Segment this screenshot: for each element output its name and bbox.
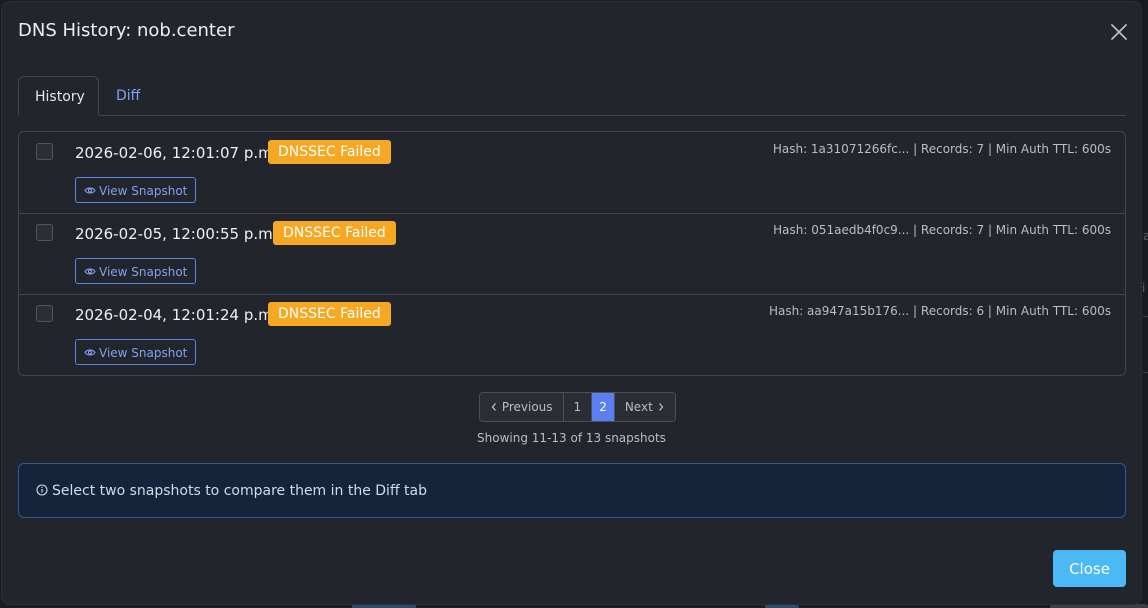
status-badge: DNSSEC Failed [268,302,391,326]
page-button-2[interactable]: 2 [591,393,614,421]
info-text: Select two snapshots to compare them in … [52,483,427,499]
view-snapshot-label: View Snapshot [99,184,188,198]
status-badge: DNSSEC Failed [273,221,396,245]
chevron-left-icon [491,402,496,411]
next-page-button[interactable]: Next [613,393,675,421]
snapshot-meta: Hash: 051aedb4f0c9... | Records: 7 | Min… [773,223,1111,237]
info-alert: Select two snapshots to compare them in … [18,463,1126,518]
background-text-fragment: a [1143,229,1148,243]
view-snapshot-button[interactable]: View Snapshot [75,177,197,203]
snapshot-meta: Hash: aa947a15b176... | Records: 6 | Min… [768,304,1111,318]
page-button-1[interactable]: 1 [562,393,592,421]
background-divider [1143,316,1148,317]
snapshot-list: 2026-02-06, 12:01:07 p.m. DNSSEC Failed … [18,131,1126,376]
close-icon[interactable] [1108,21,1130,43]
background-text-fragment: i [1142,281,1146,295]
snapshot-checkbox[interactable] [36,305,53,322]
snapshot-checkbox[interactable] [36,224,53,241]
background-button-edge [1050,604,1148,608]
previous-label: Previous [501,400,553,414]
snapshot-row: 2026-02-04, 12:01:24 p.m. DNSSEC Failed … [19,294,1125,375]
eye-icon [84,349,96,356]
view-snapshot-label: View Snapshot [99,346,188,360]
view-snapshot-label: View Snapshot [99,265,188,279]
info-icon [36,483,48,496]
view-snapshot-button[interactable]: View Snapshot [75,339,197,365]
tab-history[interactable]: History [18,76,99,116]
snapshot-row: 2026-02-06, 12:01:07 p.m. DNSSEC Failed … [19,132,1125,214]
snapshot-checkbox[interactable] [36,143,53,160]
pagination: Previous 1 2 Next [479,392,676,422]
dns-history-modal: DNS History: nob.center History Diff 202… [2,2,1141,604]
tab-bar: History Diff [18,76,1126,116]
background-button-edge [352,604,416,608]
chevron-right-icon [658,402,663,411]
snapshot-date: 2026-02-04, 12:01:24 p.m. [75,306,278,324]
eye-icon [84,268,96,275]
tab-diff[interactable]: Diff [100,76,156,114]
snapshot-date: 2026-02-06, 12:01:07 p.m. [75,144,278,162]
previous-page-button[interactable]: Previous [480,393,563,421]
background-divider [1143,372,1148,373]
info-message: Select two snapshots to compare them in … [36,483,427,499]
pagination-summary: Showing 11-13 of 13 snapshots [477,431,666,445]
close-button[interactable]: Close [1053,550,1126,587]
view-snapshot-button[interactable]: View Snapshot [75,258,197,284]
snapshot-meta: Hash: 1a31071266fc... | Records: 7 | Min… [772,142,1111,156]
modal-title: DNS History: nob.center [18,20,235,41]
next-label: Next [624,400,653,414]
status-badge: DNSSEC Failed [268,140,391,164]
snapshot-row: 2026-02-05, 12:00:55 p.m. DNSSEC Failed … [19,213,1125,295]
eye-icon [84,187,96,194]
snapshot-date: 2026-02-05, 12:00:55 p.m. [75,225,278,243]
background-button-edge [765,604,799,608]
